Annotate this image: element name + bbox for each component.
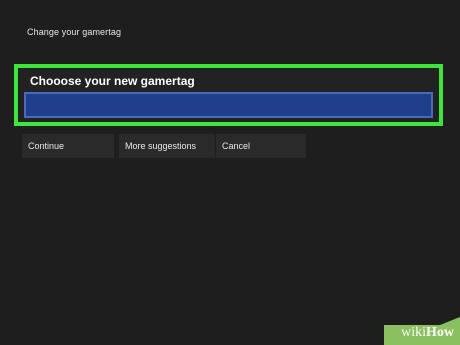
gamertag-input[interactable] <box>24 92 433 118</box>
gamertag-screen: Change your gamertag Chooose your new ga… <box>0 0 460 345</box>
watermark-text: wikiHow <box>401 325 454 341</box>
wikihow-watermark: wikiHow <box>368 317 460 345</box>
continue-button[interactable]: Continue <box>22 134 114 158</box>
watermark-how: How <box>426 325 454 340</box>
gamertag-field-highlight: Chooose your new gamertag <box>14 64 443 126</box>
gamertag-field-label: Chooose your new gamertag <box>30 74 195 88</box>
watermark-wiki: wiki <box>401 325 426 340</box>
page-title: Change your gamertag <box>27 27 122 37</box>
cancel-button[interactable]: Cancel <box>216 134 306 158</box>
more-suggestions-button[interactable]: More suggestions <box>119 134 215 158</box>
